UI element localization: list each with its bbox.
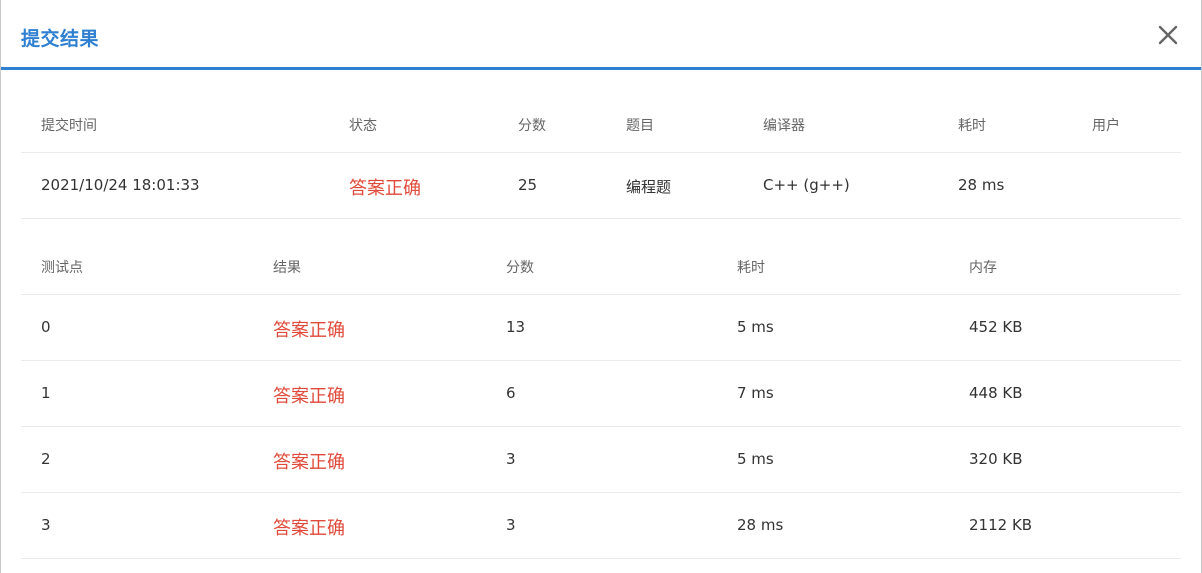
col-compiler: 编译器 xyxy=(763,118,805,134)
table-row: 2 答案正确 3 5 ms 320 KB xyxy=(21,427,1181,493)
testcase-score: 3 xyxy=(506,516,516,534)
testcase-time: 28 ms xyxy=(737,516,784,534)
close-button[interactable] xyxy=(1153,20,1183,50)
testcase-score: 6 xyxy=(506,384,516,402)
table-row: 3 答案正确 3 28 ms 2112 KB xyxy=(21,493,1181,559)
status-badge: 答案正确 xyxy=(349,178,421,199)
col-duration: 耗时 xyxy=(958,118,986,134)
testcase-memory: 2112 KB xyxy=(969,516,1033,534)
testcase-memory: 452 KB xyxy=(969,318,1023,336)
col-tc-score: 分数 xyxy=(506,260,534,276)
testcase-id: 2 xyxy=(41,450,51,468)
testcase-id: 1 xyxy=(41,384,51,402)
testcase-time: 7 ms xyxy=(737,384,774,402)
col-tc-time: 耗时 xyxy=(737,260,765,276)
col-user: 用户 xyxy=(1092,118,1120,134)
testcase-table: 测试点 结果 分数 耗时 内存 0 答案正确 13 5 ms 452 KB 1 … xyxy=(21,219,1181,559)
testcase-memory: 320 KB xyxy=(969,450,1023,468)
testcase-score: 3 xyxy=(506,450,516,468)
col-tc-memory: 内存 xyxy=(969,260,997,276)
testcase-memory: 448 KB xyxy=(969,384,1023,402)
close-icon xyxy=(1158,25,1178,45)
testcase-result: 答案正确 xyxy=(273,320,345,341)
total-score: 25 xyxy=(518,176,538,194)
problem-link[interactable]: 编程题 xyxy=(626,176,671,197)
submit-time: 2021/10/24 18:01:33 xyxy=(41,176,200,194)
testcase-time: 5 ms xyxy=(737,318,774,336)
summary-table: 提交时间 状态 分数 题目 编译器 耗时 用户 2021/10/24 18:01… xyxy=(21,70,1181,219)
col-result: 结果 xyxy=(273,260,301,276)
col-submit-time: 提交时间 xyxy=(41,118,97,134)
col-score: 分数 xyxy=(518,118,546,134)
total-duration: 28 ms xyxy=(958,176,1005,194)
testcase-id: 3 xyxy=(41,516,51,534)
testcase-time: 5 ms xyxy=(737,450,774,468)
table-row: 0 答案正确 13 5 ms 452 KB xyxy=(21,295,1181,361)
submission-result-dialog: 提交结果 提交时间 状态 分数 题目 编译器 耗时 用户 2021/10/24 … xyxy=(0,0,1202,573)
testcase-result: 答案正确 xyxy=(273,452,345,473)
dialog-header: 提交结果 xyxy=(1,0,1201,70)
testcase-result: 答案正确 xyxy=(273,386,345,407)
testcase-id: 0 xyxy=(41,318,51,336)
table-row: 1 答案正确 6 7 ms 448 KB xyxy=(21,361,1181,427)
col-problem: 题目 xyxy=(626,118,654,134)
summary-header-row: 提交时间 状态 分数 题目 编译器 耗时 用户 xyxy=(21,70,1181,153)
dialog-title: 提交结果 xyxy=(21,28,100,50)
testcase-score: 13 xyxy=(506,318,526,336)
compiler-name: C++ (g++) xyxy=(763,176,850,194)
summary-row: 2021/10/24 18:01:33 答案正确 25 编程题 C++ (g++… xyxy=(21,153,1181,219)
testcase-header-row: 测试点 结果 分数 耗时 内存 xyxy=(21,219,1181,295)
col-status: 状态 xyxy=(349,118,377,134)
col-testcase: 测试点 xyxy=(41,260,83,276)
testcase-result: 答案正确 xyxy=(273,518,345,539)
